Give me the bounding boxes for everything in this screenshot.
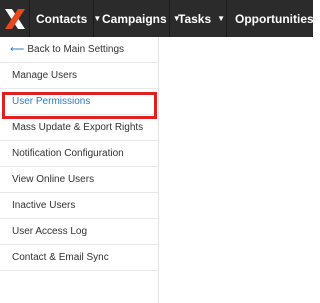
nav-tasks[interactable]: Tasks ▼ xyxy=(169,0,226,37)
nav-opportunities-label: Opportunities xyxy=(235,11,313,26)
settings-sidebar: ⟵ Back to Main Settings Manage Users Use… xyxy=(0,37,159,303)
sidebar-item-label: Inactive Users xyxy=(12,200,76,211)
sidebar-item-mass-update-export-rights[interactable]: Mass Update & Export Rights xyxy=(0,115,158,141)
sidebar-item-label: Mass Update & Export Rights xyxy=(12,122,144,133)
sidebar-item-label: Manage Users xyxy=(12,70,78,81)
arrow-left-icon: ⟵ xyxy=(10,44,25,55)
sidebar-item-label: Notification Configuration xyxy=(12,148,124,159)
back-link-label: Back to Main Settings xyxy=(27,44,125,55)
sidebar-item-contact-email-sync[interactable]: Contact & Email Sync xyxy=(0,245,158,271)
back-to-main-settings-link[interactable]: ⟵ Back to Main Settings xyxy=(0,37,158,63)
nav-contacts[interactable]: Contacts ▼ xyxy=(29,0,101,37)
sidebar-item-user-access-log[interactable]: User Access Log xyxy=(0,219,158,245)
sidebar-item-inactive-users[interactable]: Inactive Users xyxy=(0,193,158,219)
sidebar-item-label: User Permissions xyxy=(12,96,91,107)
top-navigation-bar: Contacts ▼ Campaigns ▼ Tasks ▼ Opportuni… xyxy=(0,0,313,37)
nav-contacts-label: Contacts xyxy=(36,11,88,26)
nav-campaigns[interactable]: Campaigns ▼ xyxy=(93,0,181,37)
chevron-down-icon: ▼ xyxy=(217,14,226,23)
sidebar-item-manage-users[interactable]: Manage Users xyxy=(0,63,158,89)
logo-x-icon xyxy=(4,8,25,29)
nav-opportunities[interactable]: Opportunities ▼ xyxy=(226,0,313,37)
sidebar-item-label: Contact & Email Sync xyxy=(12,252,109,263)
nav-tasks-label: Tasks xyxy=(178,11,212,26)
sidebar-item-user-permissions[interactable]: User Permissions xyxy=(0,89,158,115)
app-logo[interactable] xyxy=(0,0,29,37)
sidebar-item-notification-configuration[interactable]: Notification Configuration xyxy=(0,141,158,167)
nav-campaigns-label: Campaigns xyxy=(102,11,167,26)
sidebar-item-label: View Online Users xyxy=(12,174,95,185)
sidebar-item-label: User Access Log xyxy=(12,226,88,237)
sidebar-item-view-online-users[interactable]: View Online Users xyxy=(0,167,158,193)
